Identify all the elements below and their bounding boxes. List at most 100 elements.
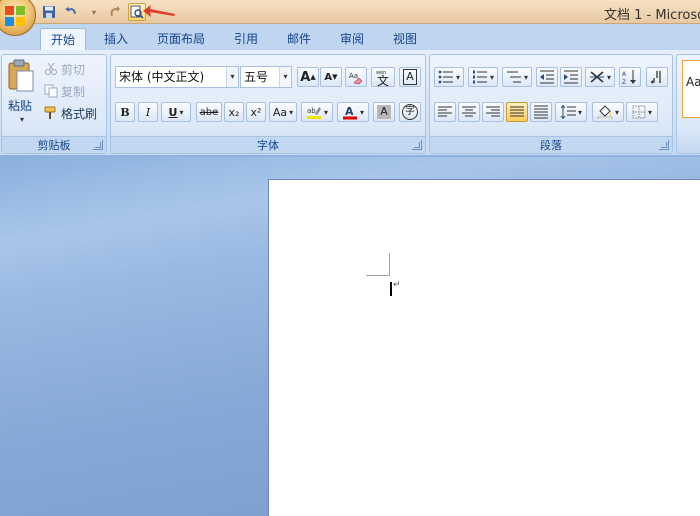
- copy-icon: [44, 84, 58, 98]
- clipboard-group: 粘贴 ▾ 剪切 复制 格式刷 剪贴板: [1, 54, 107, 154]
- copy-button[interactable]: 复制: [44, 81, 85, 101]
- tab-view[interactable]: 视图: [385, 28, 425, 50]
- font-launcher[interactable]: [412, 140, 422, 150]
- increase-indent-button[interactable]: [560, 67, 582, 87]
- quick-access-toolbar: ▾: [40, 2, 146, 22]
- paragraph-group: ▾ ▾ ▾ ▾ A Z ▾ ▾ ▾ 段落: [429, 54, 673, 154]
- show-marks-button[interactable]: [646, 67, 668, 87]
- paste-icon: [8, 59, 34, 92]
- undo-button[interactable]: [62, 3, 80, 21]
- align-left-button[interactable]: [434, 102, 456, 122]
- phonetic-glyph: 文: [377, 74, 390, 88]
- document-page[interactable]: ↵: [268, 179, 700, 516]
- align-center-icon: [462, 106, 476, 117]
- font-size-combo[interactable]: 五号 ▾: [240, 66, 292, 88]
- line-spacing-button[interactable]: ▾: [555, 102, 587, 122]
- underline-button[interactable]: U ▾: [161, 102, 191, 122]
- clipboard-launcher[interactable]: [93, 140, 103, 150]
- redo-icon: [110, 6, 120, 17]
- cut-label: 剪切: [61, 62, 86, 77]
- annotation-arrow-icon: [143, 5, 175, 17]
- shrink-font-glyph: A: [324, 71, 333, 83]
- tab-references[interactable]: 引用: [226, 28, 266, 50]
- font-color-button[interactable]: A ▾: [337, 102, 369, 122]
- clear-format-icon: Aa: [349, 72, 363, 85]
- svg-text:Aa: Aa: [349, 72, 358, 80]
- ribbon-tabs: 开始 插入 页面布局 引用 邮件 审阅 视图: [0, 24, 700, 50]
- distributed-icon: [534, 105, 548, 119]
- tab-page-layout[interactable]: 页面布局: [150, 28, 212, 50]
- decrease-indent-button[interactable]: [536, 67, 558, 87]
- align-right-button[interactable]: [482, 102, 504, 122]
- change-case-glyph: Aa: [272, 105, 288, 119]
- save-icon: [43, 6, 55, 18]
- cut-button[interactable]: 剪切: [44, 59, 85, 79]
- chinese-layout-button[interactable]: ▾: [585, 67, 615, 87]
- font-group-label: 字体: [111, 136, 425, 153]
- bold-button[interactable]: B: [115, 102, 135, 122]
- svg-text:A: A: [622, 71, 627, 78]
- character-border-button[interactable]: A: [399, 67, 421, 87]
- align-right-icon: [486, 106, 500, 117]
- font-family-value: 宋体 (中文正文): [119, 70, 205, 84]
- format-painter-icon: [44, 106, 56, 119]
- clear-format-button[interactable]: Aa: [345, 67, 367, 87]
- shrink-font-button[interactable]: A ▼: [320, 67, 342, 87]
- enclose-characters-button[interactable]: 字: [399, 102, 421, 122]
- tab-mailings[interactable]: 邮件: [279, 28, 319, 50]
- paste-button[interactable]: 粘贴 ▾: [4, 57, 38, 131]
- grow-font-button[interactable]: A ▲: [297, 67, 319, 87]
- tab-home[interactable]: 开始: [40, 28, 86, 50]
- change-case-button[interactable]: Aa ▾: [269, 102, 297, 122]
- paint-bucket-icon: [597, 105, 613, 119]
- justify-button[interactable]: [506, 102, 528, 122]
- superscript-button[interactable]: x²: [246, 102, 266, 122]
- font-family-dropdown[interactable]: ▾: [226, 67, 238, 87]
- svg-text:A: A: [345, 105, 354, 118]
- line-spacing-icon: [560, 105, 576, 119]
- bullets-button[interactable]: ▾: [434, 67, 464, 87]
- shading-button[interactable]: ▾: [592, 102, 624, 122]
- align-center-button[interactable]: [458, 102, 480, 122]
- sort-button[interactable]: A Z: [619, 67, 641, 87]
- font-group: 宋体 (中文正文) ▾ 五号 ▾ A ▲ A ▼ Aa wén 文 A B I …: [110, 54, 426, 154]
- highlight-button[interactable]: ab ▾: [301, 102, 333, 122]
- chinese-layout-icon: [589, 71, 604, 83]
- paste-label: 粘贴: [8, 99, 33, 113]
- window-title: 文档 1 - Microso: [604, 8, 700, 23]
- borders-button[interactable]: ▾: [626, 102, 658, 122]
- strikethrough-button[interactable]: abe: [196, 102, 222, 122]
- paragraph-mark-icon: [651, 71, 661, 84]
- redo-button[interactable]: [106, 3, 124, 21]
- tab-insert[interactable]: 插入: [96, 28, 136, 50]
- superscript-glyph: x²: [250, 105, 262, 119]
- character-shading-button[interactable]: A: [373, 102, 395, 122]
- copy-label: 复制: [61, 84, 86, 99]
- strikethrough-glyph: abe: [199, 106, 219, 118]
- undo-icon: [65, 7, 76, 15]
- increase-indent-icon: [564, 70, 578, 84]
- italic-button[interactable]: I: [138, 102, 158, 122]
- subscript-button[interactable]: x₂: [224, 102, 244, 122]
- office-logo-icon: [5, 6, 25, 26]
- multilevel-list-button[interactable]: ▾: [502, 67, 532, 87]
- phonetic-guide-button[interactable]: wén 文: [371, 67, 395, 88]
- tab-review[interactable]: 审阅: [332, 28, 372, 50]
- clipboard-group-label: 剪贴板: [2, 136, 106, 153]
- font-size-dropdown[interactable]: ▾: [279, 67, 291, 87]
- paragraph-launcher[interactable]: [659, 140, 669, 150]
- numbering-icon: [472, 70, 487, 84]
- paste-dropdown[interactable]: ▾: [20, 115, 24, 124]
- justify-icon: [510, 106, 524, 117]
- style-preview[interactable]: Aa: [682, 60, 700, 118]
- save-button[interactable]: [40, 3, 58, 21]
- undo-dropdown[interactable]: ▾: [84, 3, 102, 21]
- distributed-button[interactable]: [530, 102, 552, 122]
- character-border-glyph: A: [403, 69, 417, 85]
- numbering-button[interactable]: ▾: [468, 67, 498, 87]
- text-cursor: [390, 282, 392, 296]
- format-painter-button[interactable]: 格式刷: [44, 103, 97, 123]
- title-bar: ▾ 文档 1 - Microso: [0, 0, 700, 24]
- font-family-combo[interactable]: 宋体 (中文正文) ▾: [115, 66, 239, 88]
- multilevel-list-icon: [506, 71, 521, 83]
